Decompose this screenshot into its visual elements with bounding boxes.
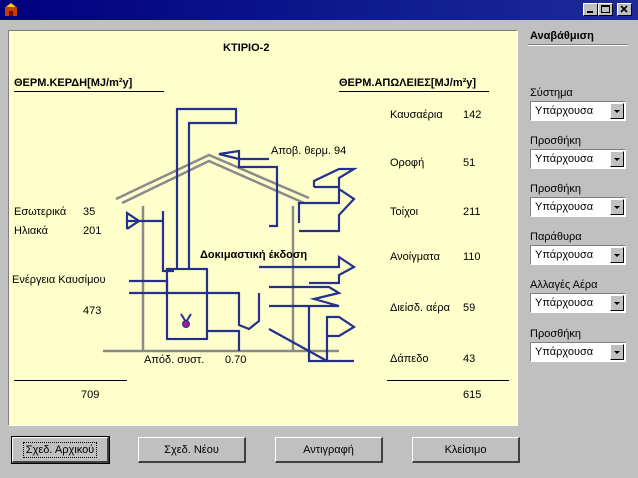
- chevron-down-icon[interactable]: [610, 344, 624, 360]
- addition-2-label: Προσθήκη: [530, 183, 581, 195]
- fuel-energy-value: 473: [83, 305, 102, 317]
- system-efficiency-value: 0.70: [225, 354, 247, 366]
- air-changes-select-value: Υπάρχουσα: [535, 297, 594, 309]
- loss-infiltration-value: 59: [463, 302, 476, 314]
- gains-total-value: 709: [81, 389, 100, 401]
- loss-roof-label: Οροφή: [390, 157, 425, 169]
- loss-floor-label: Δάπεδο: [390, 353, 429, 365]
- title-bar: [0, 0, 638, 20]
- addition-1-select-value: Υπάρχουσα: [535, 153, 594, 165]
- trial-version-watermark: Δοκιμαστική έκδοση: [200, 249, 308, 261]
- burner-icon: [180, 313, 192, 328]
- system-select[interactable]: Υπάρχουσα: [530, 101, 626, 121]
- losses-total-value: 615: [463, 389, 482, 401]
- solar-gains-label: Ηλιακά: [14, 225, 48, 237]
- close-window-button[interactable]: [617, 3, 632, 16]
- draw-new-label: Σχεδ. Νέου: [164, 443, 219, 456]
- close-label: Κλείσιμο: [444, 443, 487, 456]
- minimize-icon: [587, 11, 593, 13]
- draw-initial-label: Σχεδ. Αρχικού: [22, 441, 98, 458]
- air-changes-label: Αλλαγές Αέρα: [530, 279, 598, 291]
- draw-new-button[interactable]: Σχεδ. Νέου: [138, 437, 246, 463]
- windows-select[interactable]: Υπάρχουσα: [530, 245, 626, 265]
- upgrade-title: Αναβάθμιση: [530, 30, 594, 42]
- chevron-down-icon[interactable]: [610, 199, 624, 215]
- addition-2-select[interactable]: Υπάρχουσα: [530, 197, 626, 217]
- addition-1-select[interactable]: Υπάρχουσα: [530, 149, 626, 169]
- windows-select-value: Υπάρχουσα: [535, 249, 594, 261]
- loss-floor-value: 43: [463, 353, 476, 365]
- copy-button[interactable]: Αντιγραφή: [275, 437, 383, 463]
- minimize-button[interactable]: [583, 3, 598, 16]
- air-changes-select[interactable]: Υπάρχουσα: [530, 293, 626, 313]
- draw-initial-button[interactable]: Σχεδ. Αρχικού: [11, 436, 110, 464]
- chevron-down-icon[interactable]: [610, 295, 624, 311]
- upgrade-title-divider: [528, 44, 628, 46]
- chevron-down-icon[interactable]: [610, 247, 624, 263]
- loss-openings-label: Ανοίγματα: [390, 251, 440, 263]
- system-efficiency-label: Απόδ. συστ.: [144, 354, 205, 366]
- app-icon[interactable]: [4, 3, 18, 17]
- windows-label: Παράθυρα: [530, 231, 582, 243]
- loss-walls-value: 211: [463, 206, 481, 218]
- fuel-energy-label: Ενέργεια Καυσίμου: [12, 274, 106, 286]
- system-select-value: Υπάρχουσα: [535, 105, 594, 117]
- addition-1-label: Προσθήκη: [530, 135, 581, 147]
- losses-header: ΘΕΡΜ.ΑΠΩΛΕΙΕΣ[MJ/m²y]: [339, 77, 477, 89]
- close-icon: [620, 5, 628, 13]
- loss-walls-label: Τοίχοι: [390, 206, 419, 218]
- maximize-button[interactable]: [598, 3, 613, 16]
- addition-3-select-value: Υπάρχουσα: [535, 346, 594, 358]
- losses-header-underline: [339, 91, 489, 92]
- chevron-down-icon[interactable]: [610, 103, 624, 119]
- copy-label: Αντιγραφή: [303, 443, 354, 456]
- internal-gains-label: Εσωτερικά: [14, 206, 67, 218]
- internal-gains-value: 35: [83, 206, 96, 218]
- system-label: Σύστημα: [530, 87, 573, 99]
- chevron-down-icon[interactable]: [610, 151, 624, 167]
- close-button[interactable]: Κλείσιμο: [412, 437, 520, 463]
- heat-recovery-text: Αποβ. θερμ. 94: [271, 145, 347, 157]
- energy-balance-panel: ΚΤΙΡΙΟ-2 ΘΕΡΜ.ΚΕΡΔΗ[MJ/m²y] ΘΕΡΜ.ΑΠΩΛΕΙΕ…: [8, 30, 518, 426]
- diagram-title: ΚΤΙΡΙΟ-2: [223, 42, 270, 54]
- gains-header: ΘΕΡΜ.ΚΕΡΔΗ[MJ/m²y]: [14, 77, 133, 89]
- loss-openings-value: 110: [463, 251, 481, 263]
- loss-flue-label: Καυσαέρια: [390, 109, 443, 121]
- gains-total-line: [14, 380, 127, 381]
- loss-flue-value: 142: [463, 109, 482, 121]
- loss-infiltration-label: Διείσδ. αέρα: [390, 302, 451, 314]
- loss-roof-value: 51: [463, 157, 476, 169]
- addition-3-label: Προσθήκη: [530, 328, 581, 340]
- gains-header-underline: [14, 91, 164, 92]
- maximize-icon: [601, 5, 610, 13]
- losses-total-line: [387, 380, 509, 381]
- addition-3-select[interactable]: Υπάρχουσα: [530, 342, 626, 362]
- addition-2-select-value: Υπάρχουσα: [535, 201, 594, 213]
- solar-gains-value: 201: [83, 225, 102, 237]
